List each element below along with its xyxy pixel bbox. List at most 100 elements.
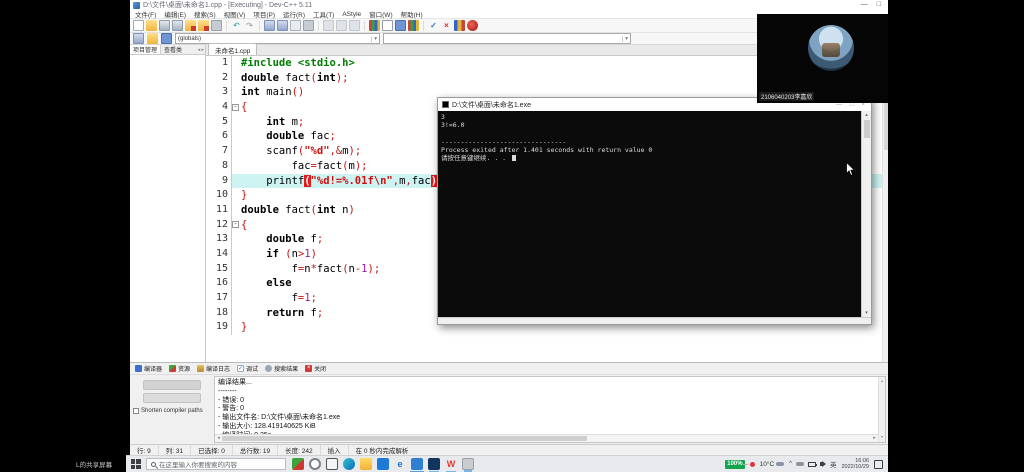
toggle-window-icon[interactable] (382, 20, 393, 31)
log-tab-compiler[interactable]: 编译器 (135, 364, 162, 373)
action-center-icon[interactable] (874, 460, 883, 469)
scroll-down-icon[interactable]: ▾ (862, 309, 871, 317)
wps-office-icon[interactable]: W (445, 458, 457, 470)
window-layout-icon[interactable] (408, 20, 419, 31)
profile-icon[interactable] (336, 20, 347, 31)
console-scrollbar[interactable]: ▴ ▾ (861, 111, 871, 317)
start-button[interactable] (129, 458, 142, 471)
goto-window-icon[interactable] (395, 20, 406, 31)
fold-icon[interactable]: - (232, 104, 239, 111)
task-view-icon[interactable] (326, 458, 338, 470)
console-window[interactable]: D:\文件\桌面\未命名1.exe — □ × 33!=6.0 --------… (437, 97, 872, 325)
redo-icon[interactable]: ↷ (244, 20, 255, 31)
scroll-left-icon[interactable]: ◂ (215, 434, 222, 443)
weather-widget[interactable]: 10°C (760, 461, 785, 468)
save-icon[interactable] (159, 20, 170, 31)
news-icon[interactable] (292, 458, 304, 470)
docs-app-icon[interactable] (462, 458, 474, 470)
log-horizontal-scrollbar[interactable]: ◂ ▸ (215, 434, 878, 442)
fold-icon[interactable]: - (232, 221, 239, 228)
tab-project-manager[interactable]: 项目管理 (130, 45, 161, 54)
rebuild-icon[interactable] (303, 20, 314, 31)
run-icon[interactable] (277, 20, 288, 31)
insert-snippet-icon[interactable] (369, 20, 380, 31)
scroll-down-icon[interactable]: ▾ (879, 433, 885, 442)
onedrive-cloud-icon[interactable] (796, 462, 804, 466)
log-tab-resources[interactable]: 资源 (169, 364, 190, 373)
menu-item[interactable]: 编辑(E) (164, 9, 186, 19)
mail-icon[interactable] (377, 458, 389, 470)
scrollbar-thumb[interactable] (864, 120, 870, 138)
scrollbar-thumb[interactable] (222, 436, 587, 441)
open-file-icon[interactable] (146, 20, 157, 31)
menu-item[interactable]: 运行(R) (283, 9, 305, 19)
book-green-icon[interactable] (147, 33, 158, 44)
internet-explorer-icon[interactable]: e (394, 458, 406, 470)
undo-icon[interactable]: ↶ (231, 20, 242, 31)
log-tab-search[interactable]: 搜索结果 (265, 364, 298, 373)
log-vertical-scrollbar[interactable]: ▴ ▾ (878, 377, 885, 442)
code-text: return f; (241, 306, 323, 321)
console-output[interactable]: 33!=6.0 --------------------------------… (438, 111, 861, 317)
tab-class-view[interactable]: 查看类 (161, 45, 185, 54)
checkbox-icon[interactable] (133, 408, 139, 414)
log-tab-log[interactable]: 编译日志 (197, 364, 230, 373)
ime-indicator[interactable]: 英 (830, 459, 837, 469)
meeting-app-icon[interactable] (411, 458, 423, 470)
close-all-icon[interactable] (198, 20, 209, 31)
tab-scroll-arrows-icon[interactable]: ◂ ▸ (198, 47, 205, 53)
abort-button[interactable] (143, 380, 201, 390)
console-line (441, 129, 858, 137)
webcam-overlay[interactable]: 2106040203李嘉欣 (757, 14, 888, 103)
tray-expand-icon[interactable]: ^ (789, 461, 792, 467)
delete-profiling-icon[interactable] (467, 20, 478, 31)
menu-item[interactable]: 搜索(S) (194, 9, 216, 19)
compile-run-icon[interactable] (290, 20, 301, 31)
log-tab-debug[interactable]: ✓调试 (237, 364, 258, 373)
print-icon[interactable] (211, 20, 222, 31)
menu-item[interactable]: 文件(F) (135, 9, 156, 19)
shorten-paths-option[interactable]: Shorten compiler paths (130, 408, 203, 414)
menu-item[interactable]: 项目(P) (253, 9, 275, 19)
taskbar-search[interactable]: 在这里输入你要搜索的内容 (146, 458, 286, 470)
maximize-icon[interactable]: □ (877, 0, 881, 10)
log-tab-close[interactable]: ×关闭 (305, 364, 326, 373)
stop-icon[interactable] (349, 20, 360, 31)
code-text: } (241, 188, 247, 203)
menu-item[interactable]: AStyle (342, 11, 361, 18)
devcpp-app-icon (133, 2, 140, 9)
members-select[interactable]: ▾ (383, 33, 631, 44)
book-purple-icon[interactable] (161, 33, 172, 44)
scroll-right-icon[interactable]: ▸ (871, 434, 878, 443)
compile-icon[interactable] (264, 20, 275, 31)
speaker-icon[interactable] (820, 462, 823, 466)
globals-select[interactable]: (globals) ▾ (175, 33, 380, 44)
log-panel-tabs: 编译器资源编译日志 ✓调试搜索结果 ×关闭 (130, 363, 888, 375)
battery-icon[interactable] (808, 462, 816, 467)
close-file-icon[interactable] (185, 20, 196, 31)
secondary-button[interactable] (143, 393, 201, 403)
edge-icon[interactable] (343, 458, 355, 470)
navy-app-icon[interactable] (428, 458, 440, 470)
save-all-icon[interactable] (172, 20, 183, 31)
console-line: 3!=6.0 (441, 121, 858, 129)
menu-item[interactable]: 帮助(H) (401, 9, 423, 19)
minimize-icon[interactable]: — (861, 0, 868, 10)
new-file-icon[interactable] (133, 20, 144, 31)
editor-tab[interactable]: 未命名1.cpp (208, 43, 257, 55)
menu-item[interactable]: 窗口(W) (369, 9, 392, 19)
menu-item[interactable]: 视图(V) (224, 9, 246, 19)
syntax-check-icon[interactable]: ✓ (428, 20, 439, 31)
console-horizontal-scrollbar[interactable] (438, 317, 871, 324)
menu-item[interactable]: 工具(T) (313, 9, 334, 19)
scroll-up-icon[interactable]: ▴ (881, 378, 883, 383)
debug-icon[interactable] (323, 20, 334, 31)
profile-chart-icon[interactable] (454, 20, 465, 31)
abort-compile-icon[interactable]: × (441, 20, 452, 31)
taskbar-clock[interactable]: 16:06 2022/10/29 (841, 458, 869, 470)
back-bookmark-icon[interactable] (133, 33, 144, 44)
cortana-icon[interactable] (309, 458, 321, 470)
file-explorer-icon[interactable] (360, 458, 372, 470)
search-icon (265, 365, 272, 372)
scroll-up-icon[interactable]: ▴ (862, 111, 871, 119)
